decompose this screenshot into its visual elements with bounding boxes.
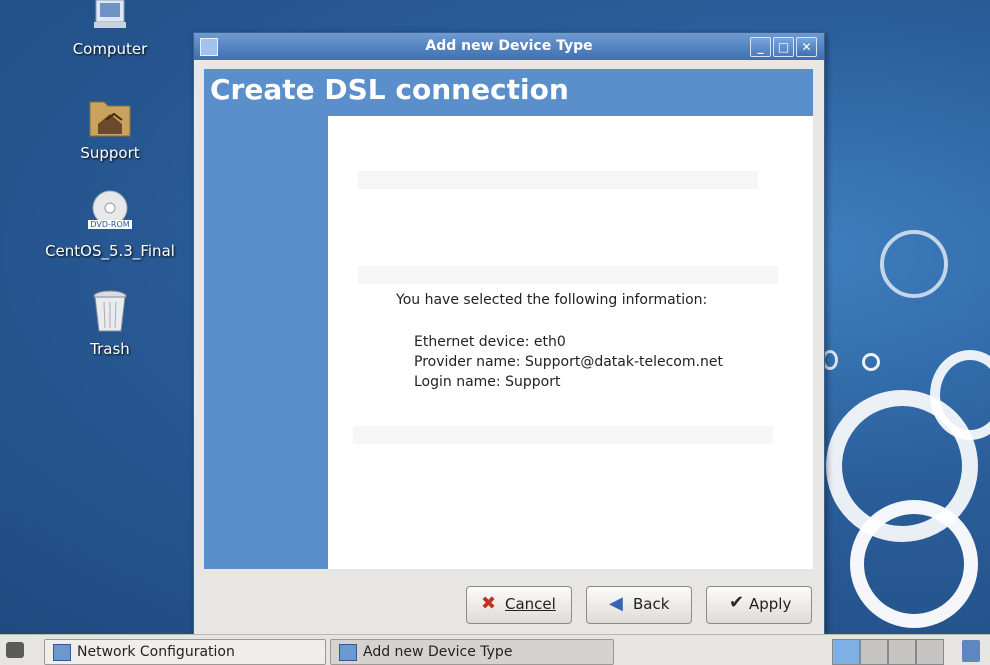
- desktop-icon-label: Trash: [90, 340, 130, 358]
- taskbar-item-add-device-type[interactable]: Add new Device Type: [330, 639, 614, 665]
- task-label: Add new Device Type: [363, 644, 513, 660]
- field-value: eth0: [533, 334, 566, 350]
- desktop-icon-label: Computer: [72, 40, 148, 58]
- taskbar-item-network-configuration[interactable]: Network Configuration: [44, 639, 326, 665]
- show-desktop-icon[interactable]: [6, 642, 24, 658]
- apply-button[interactable]: ✔ Apply: [706, 586, 812, 624]
- faint-row: [353, 426, 773, 444]
- dialog-title: Add new Device Type: [425, 38, 593, 54]
- faint-row: [358, 266, 778, 284]
- workspace-4[interactable]: [916, 639, 944, 665]
- apply-label: Apply: [749, 595, 792, 613]
- back-arrow-icon: ◀: [609, 593, 623, 614]
- swirl-decoration: [862, 353, 880, 371]
- task-label: Network Configuration: [77, 644, 235, 660]
- swirl-decoration: [850, 500, 978, 628]
- dialog-titlebar[interactable]: Add new Device Type _ □ ✕: [194, 33, 824, 60]
- cancel-label: Cancel: [505, 595, 556, 613]
- field-ethernet-device: Ethernet device: eth0: [414, 334, 566, 350]
- field-label: Provider name:: [414, 354, 521, 370]
- network-icon: [339, 644, 357, 661]
- dvd-icon: DVD-ROM: [86, 190, 134, 238]
- field-login-name: Login name: Support: [414, 374, 560, 390]
- workspace-2[interactable]: [860, 639, 888, 665]
- dialog-side-panel: [204, 116, 328, 569]
- desktop-icon-label: CentOS_5.3_Final: [45, 242, 175, 260]
- dvd-badge: DVD-ROM: [88, 220, 132, 229]
- computer-icon: [86, 0, 134, 30]
- network-icon: [53, 644, 71, 661]
- workspace-3[interactable]: [888, 639, 916, 665]
- dialog-header: Create DSL connection: [204, 69, 813, 116]
- desktop: Computer Support DVD-ROM CentOS_5.3_Fina…: [0, 0, 990, 634]
- desktop-icon-dvd[interactable]: DVD-ROM CentOS_5.3_Final: [40, 190, 180, 260]
- field-label: Login name:: [414, 374, 501, 390]
- folder-home-icon: [86, 92, 134, 140]
- desktop-icon-support[interactable]: Support: [40, 92, 180, 162]
- back-button[interactable]: ◀ Back: [586, 586, 692, 624]
- maximize-button[interactable]: □: [773, 37, 794, 57]
- desktop-icon-label: Support: [80, 144, 140, 162]
- minimize-button[interactable]: _: [750, 37, 771, 57]
- trash-applet-icon[interactable]: [962, 640, 980, 662]
- desktop-icon-computer[interactable]: Computer: [40, 0, 180, 58]
- add-device-dialog: Add new Device Type _ □ ✕ Create DSL con…: [193, 32, 825, 634]
- close-button[interactable]: ✕: [796, 37, 817, 57]
- cancel-icon: ✖: [481, 593, 497, 614]
- field-label: Ethernet device:: [414, 334, 530, 350]
- dialog-content: You have selected the following informat…: [328, 116, 813, 569]
- faint-row: [358, 171, 758, 189]
- field-value: Support: [505, 374, 561, 390]
- desktop-icon-trash[interactable]: Trash: [40, 288, 180, 358]
- field-provider-name: Provider name: Support@datak-telecom.net: [414, 354, 723, 370]
- cancel-button[interactable]: ✖ Cancel: [466, 586, 572, 624]
- taskbar: Network Configuration Add new Device Typ…: [0, 634, 990, 665]
- apply-check-icon: ✔: [729, 592, 745, 613]
- swirl-decoration: [880, 230, 948, 298]
- summary-heading: You have selected the following informat…: [396, 292, 708, 308]
- field-value: Support@datak-telecom.net: [524, 354, 723, 370]
- page-title: Create DSL connection: [210, 73, 569, 106]
- trash-icon: [86, 288, 134, 336]
- back-label: Back: [633, 595, 670, 613]
- workspace-1[interactable]: [832, 639, 860, 665]
